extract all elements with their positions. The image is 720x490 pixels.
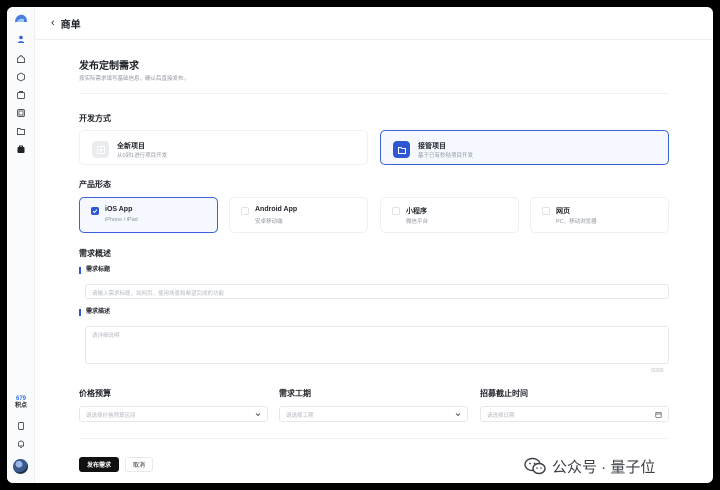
new-project-icon: [92, 141, 109, 158]
option-desc: iPhone / iPad: [105, 217, 138, 223]
budget-select[interactable]: 请选择价格预算区间: [79, 406, 268, 422]
user-icon[interactable]: [15, 33, 27, 45]
option-desc: 微信平台: [406, 219, 429, 225]
option-desc: 基于已有秒哒项目开发: [418, 153, 474, 159]
duration-select[interactable]: 请选择工期: [279, 406, 468, 422]
option-title: 全新项目: [117, 143, 145, 150]
requirement-title-label: 需求标题: [79, 267, 110, 274]
avatar[interactable]: [13, 459, 28, 474]
folder-icon[interactable]: [15, 125, 27, 137]
product-option-web[interactable]: 网页 PC、移动浏览器: [530, 197, 669, 233]
option-title: Android App: [255, 206, 298, 213]
layers-icon[interactable]: [15, 107, 27, 119]
chevron-down-icon: [255, 413, 261, 417]
requirement-desc-textarea[interactable]: 请详细说明: [85, 326, 669, 364]
watermark: 公众号 · 量子位: [524, 455, 655, 477]
takeover-project-icon: [393, 141, 410, 158]
briefcase-icon[interactable]: [15, 89, 27, 101]
product-option-miniprogram[interactable]: 小程序 微信平台: [380, 197, 519, 233]
option-desc: PC、移动浏览器: [556, 219, 597, 225]
checkbox-checked-icon[interactable]: [91, 207, 99, 215]
points-counter[interactable]: 679 积点: [7, 396, 35, 410]
chevron-down-icon: [455, 413, 461, 417]
duration-label: 需求工期: [279, 389, 311, 398]
cube-icon[interactable]: [15, 71, 27, 83]
dev-mode-option-takeover[interactable]: 接管项目 基于已有秒哒项目开发: [380, 130, 669, 165]
bell-icon[interactable]: [15, 438, 27, 450]
watermark-text: 公众号 · 量子位: [552, 458, 656, 476]
dev-mode-option-new[interactable]: 全新项目 从0到1进行项目开发: [79, 130, 368, 165]
points-label: 积点: [14, 403, 27, 409]
calendar-icon: [655, 411, 662, 418]
document-icon[interactable]: [15, 420, 27, 432]
checkbox-icon[interactable]: [392, 207, 400, 215]
wechat-icon: [524, 457, 546, 475]
sidebar: 679 积点: [7, 7, 35, 483]
char-counter: 0/200: [651, 368, 664, 374]
option-title: iOS App: [105, 206, 133, 213]
option-title: 网页: [556, 208, 570, 215]
app-logo-icon[interactable]: [14, 13, 28, 23]
product-option-ios[interactable]: iOS App iPhone / iPad: [79, 197, 218, 233]
form-heading: 发布定制需求: [79, 61, 139, 72]
duration-placeholder: 请选择工期: [286, 413, 314, 419]
shopping-bag-icon[interactable]: [15, 143, 27, 155]
back-arrow-icon[interactable]: ‹: [51, 17, 55, 29]
topbar: ‹ 商单: [35, 7, 713, 40]
section-title-overview: 需求概述: [79, 249, 111, 258]
deadline-datepicker[interactable]: 请选择日期: [480, 406, 669, 422]
requirement-title-input[interactable]: 请输入需求标题，如网页、使用场景和希望完成的功能: [85, 284, 669, 299]
option-title: 小程序: [406, 208, 427, 215]
form-subheading: 按实际需求填写基础信息，确认后直接发布。: [79, 76, 190, 82]
cancel-button[interactable]: 取消: [125, 457, 153, 472]
section-title-dev-mode: 开发方式: [79, 114, 111, 123]
budget-label: 价格预算: [79, 389, 111, 398]
home-icon[interactable]: [15, 53, 27, 65]
budget-placeholder: 请选择价格预算区间: [86, 413, 136, 419]
points-value: 679: [15, 396, 26, 402]
checkbox-icon[interactable]: [241, 207, 249, 215]
app-window: 679 积点 ‹ 商单 发布定制需求 按实际需求填写基础信息，确认后直接发布。 …: [7, 7, 713, 483]
product-option-android[interactable]: Android App 安卓移动端: [229, 197, 368, 233]
checkbox-icon[interactable]: [542, 207, 550, 215]
requirement-desc-label: 需求描述: [79, 309, 110, 316]
section-title-product-form: 产品形态: [79, 180, 111, 189]
option-desc: 从0到1进行项目开发: [117, 153, 168, 159]
option-title: 接管项目: [418, 143, 446, 150]
submit-button[interactable]: 发布需求: [79, 457, 119, 472]
option-desc: 安卓移动端: [255, 219, 283, 225]
deadline-label: 招募截止时间: [480, 389, 528, 398]
divider: [79, 438, 669, 439]
page-title: 商单: [60, 19, 81, 31]
deadline-placeholder: 请选择日期: [487, 413, 515, 419]
divider: [79, 93, 669, 94]
